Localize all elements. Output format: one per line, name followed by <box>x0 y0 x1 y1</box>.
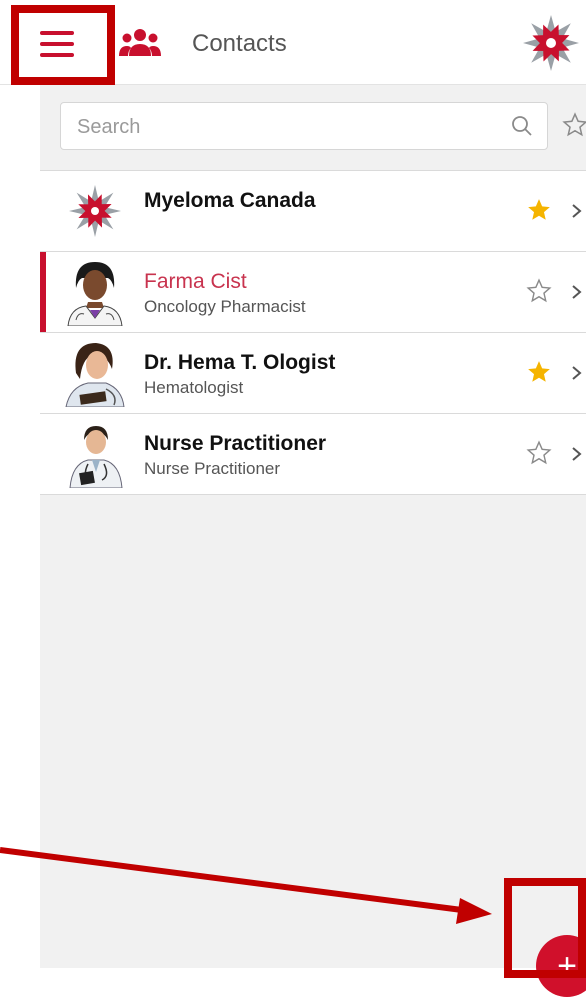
myeloma-logo-icon <box>523 15 579 71</box>
contact-list: Myeloma Canada Farma Cist Oncology Pharm… <box>40 170 586 495</box>
chevron-right-icon[interactable] <box>570 444 584 464</box>
contact-row[interactable]: Nurse Practitioner Nurse Practitioner <box>40 413 586 495</box>
nurse-avatar <box>62 420 128 488</box>
contact-name: Nurse Practitioner <box>144 432 327 455</box>
contact-row[interactable]: Dr. Hema T. Ologist Hematologist <box>40 332 586 413</box>
chevron-right-icon[interactable] <box>570 201 584 221</box>
people-icon <box>119 29 161 56</box>
myeloma-logo-avatar <box>62 177 128 245</box>
plus-icon[interactable]: + <box>536 935 586 997</box>
favorite-star-filled-icon[interactable] <box>526 359 552 385</box>
favorite-star-outline-icon[interactable] <box>526 440 552 466</box>
contact-role: Hematologist <box>144 378 244 397</box>
contact-name: Farma Cist <box>144 270 247 293</box>
add-contact-button[interactable]: + <box>536 935 586 999</box>
contact-row[interactable]: Myeloma Canada <box>40 170 586 251</box>
chevron-right-icon[interactable] <box>570 363 584 383</box>
hamburger-menu-icon[interactable] <box>40 31 74 57</box>
favorite-star-filled-icon[interactable] <box>526 197 552 223</box>
favorites-filter-star-icon[interactable] <box>562 112 586 138</box>
search-icon[interactable] <box>511 115 533 137</box>
contact-name: Myeloma Canada <box>144 189 316 212</box>
contact-row[interactable]: Farma Cist Oncology Pharmacist <box>40 251 586 332</box>
search-box[interactable] <box>60 102 548 150</box>
contact-role: Oncology Pharmacist <box>144 297 306 316</box>
contacts-panel: Myeloma Canada Farma Cist Oncology Pharm… <box>40 85 586 968</box>
contact-name: Dr. Hema T. Ologist <box>144 351 336 374</box>
page-title: Contacts <box>192 30 287 57</box>
favorite-star-outline-icon[interactable] <box>526 278 552 304</box>
pharmacist-avatar <box>62 258 128 326</box>
search-input[interactable] <box>75 111 499 143</box>
contact-role: Nurse Practitioner <box>144 459 281 478</box>
doctor-avatar <box>62 339 128 407</box>
app-header: Contacts <box>0 0 586 85</box>
chevron-right-icon[interactable] <box>570 282 584 302</box>
